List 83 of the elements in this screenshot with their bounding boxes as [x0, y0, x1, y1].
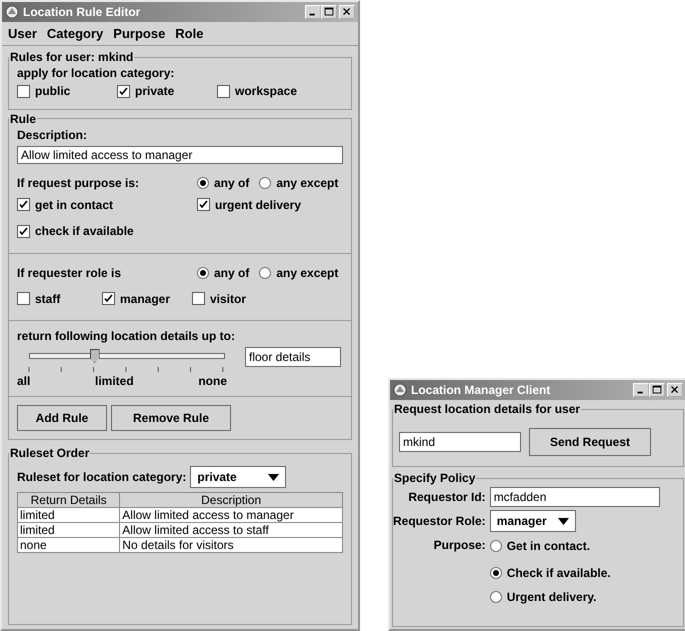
radio-button[interactable]	[490, 567, 502, 579]
details-label: return following location details up to:	[17, 329, 236, 343]
radio-option[interactable]: any of	[197, 266, 250, 280]
purpose-label: Purpose:	[434, 538, 486, 552]
column-header[interactable]: Return Details	[18, 492, 120, 508]
radio-button[interactable]	[259, 176, 272, 188]
menu-item[interactable]: User	[8, 26, 37, 41]
tick-label: limited	[95, 374, 134, 388]
radio-option[interactable]: Urgent delivery.	[490, 590, 596, 604]
user-field[interactable]: mkind	[399, 432, 521, 452]
checkbox-option[interactable]: public	[17, 84, 70, 98]
menu-item[interactable]: Role	[175, 26, 204, 41]
slider-thumb[interactable]	[90, 349, 100, 363]
checkbox[interactable]	[117, 84, 130, 98]
caret-icon	[268, 474, 280, 480]
column-header[interactable]: Description	[120, 492, 342, 508]
send-request-button[interactable]: Send Request	[529, 428, 651, 456]
checkbox[interactable]	[17, 198, 30, 211]
close-icon[interactable]	[339, 5, 355, 19]
checkbox-option[interactable]: private	[117, 84, 174, 98]
rule-button[interactable]: Add Rule	[17, 405, 107, 431]
role-dropdown[interactable]: manager	[490, 510, 576, 532]
category-label: Ruleset for location category:	[17, 470, 186, 484]
requestor-role-label: Requestor Role:	[393, 514, 486, 528]
table-cell: Allow limited access to staff	[120, 522, 342, 538]
radio-button[interactable]	[490, 591, 502, 603]
maximize-icon[interactable]	[649, 383, 665, 397]
radio-option[interactable]: any except	[259, 176, 338, 190]
checkbox-option[interactable]: check if available	[17, 224, 134, 238]
checkbox[interactable]	[17, 224, 30, 238]
menu-item[interactable]: Purpose	[113, 26, 166, 41]
checkbox[interactable]	[197, 198, 210, 211]
group-title: Rule	[9, 112, 38, 126]
checkbox-option[interactable]: urgent delivery	[197, 198, 302, 212]
checkbox-option[interactable]: manager	[102, 292, 170, 306]
table-cell: Allow limited access to manager	[120, 508, 342, 522]
minimize-icon[interactable]	[633, 383, 649, 397]
table-cell: limited	[18, 508, 120, 522]
checkbox-option[interactable]: get in contact	[17, 198, 114, 212]
group-title: Rules for user: mkind	[9, 50, 134, 64]
radio-option[interactable]: Get in contact.	[490, 539, 590, 553]
radio-button[interactable]	[197, 176, 209, 188]
radio-button[interactable]	[490, 540, 502, 552]
description-field[interactable]: Allow limited access to manager	[17, 146, 343, 164]
rule-button[interactable]: Remove Rule	[111, 405, 231, 431]
table-cell: No details for visitors	[120, 538, 342, 552]
tick-label: all	[17, 374, 30, 388]
radio-option[interactable]: any of	[197, 176, 250, 190]
window-title: Location Manager Client	[411, 383, 552, 397]
app-icon	[393, 383, 407, 397]
menu-item[interactable]: Category	[46, 26, 104, 41]
caret-icon	[558, 518, 569, 524]
group-title: Ruleset Order	[9, 446, 90, 460]
table-cell: none	[18, 538, 120, 552]
group-title: Request location details for user	[393, 402, 582, 416]
minimize-icon[interactable]	[305, 5, 321, 19]
purpose-label: If request purpose is:	[17, 176, 140, 190]
checkbox[interactable]	[217, 84, 230, 98]
group-title: Specify Policy	[393, 471, 476, 485]
checkbox[interactable]	[192, 292, 205, 305]
details-field[interactable]: floor details	[245, 347, 341, 367]
checkbox[interactable]	[17, 84, 30, 98]
checkbox-option[interactable]: staff	[17, 292, 60, 306]
checkbox[interactable]	[102, 292, 115, 305]
checkbox-option[interactable]: visitor	[192, 292, 246, 306]
tick-label: none	[198, 374, 227, 388]
description-label: Description:	[17, 128, 88, 142]
requestor-id-field[interactable]: mcfadden	[490, 487, 660, 507]
window-title: Location Rule Editor	[23, 5, 142, 19]
radio-option[interactable]: any except	[259, 266, 338, 280]
role-label: If requester role is	[17, 266, 122, 280]
requestor-id-label: Requestor Id:	[408, 490, 486, 504]
app-icon	[5, 5, 19, 19]
prompt-label: apply for location category:	[17, 66, 176, 80]
radio-button[interactable]	[259, 266, 272, 278]
radio-button[interactable]	[197, 266, 209, 278]
category-dropdown[interactable]: private	[190, 466, 286, 488]
close-icon[interactable]	[667, 383, 683, 397]
checkbox-option[interactable]: workspace	[217, 84, 298, 98]
checkbox[interactable]	[17, 292, 30, 305]
radio-option[interactable]: Check if available.	[490, 566, 611, 580]
table-cell: limited	[18, 522, 120, 538]
maximize-icon[interactable]	[321, 5, 337, 19]
